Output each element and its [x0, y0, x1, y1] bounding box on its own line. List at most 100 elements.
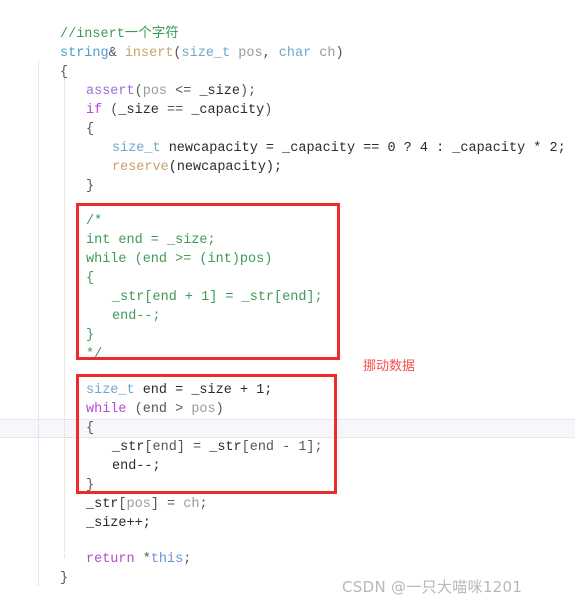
code-line[interactable]: _str[end + 1] = _str[end];: [0, 288, 323, 307]
code-token: ch: [183, 497, 200, 512]
code-line[interactable]: }: [0, 476, 94, 495]
code-token: reserve: [112, 160, 169, 175]
commented-loop-box: [76, 203, 340, 360]
code-token: _size: [118, 103, 159, 118]
code-token: &: [108, 46, 125, 61]
code-token: * 2;: [525, 141, 566, 156]
csdn-watermark: CSDN @一只大喵咪1201: [342, 578, 523, 596]
code-token: <=: [167, 84, 200, 99]
code-token: *: [134, 552, 151, 567]
code-line[interactable]: if (_size == _capacity): [0, 101, 272, 120]
code-line[interactable]: assert(pos <= _size);: [0, 82, 256, 101]
code-token: ] =: [150, 497, 184, 512]
code-token: (newcapacity);: [168, 160, 283, 175]
code-line[interactable]: {: [0, 120, 94, 139]
code-token: end--;: [112, 309, 161, 324]
code-token: /*: [86, 214, 103, 229]
code-token: }: [86, 328, 95, 343]
code-token: return: [86, 552, 135, 567]
code-token: end--;: [112, 459, 161, 474]
code-token: _str: [112, 440, 145, 455]
code-token: size_t: [86, 383, 135, 398]
code-token: _size: [191, 383, 232, 398]
code-token: _capacity: [452, 141, 526, 156]
code-token: _capacity: [191, 103, 265, 118]
code-token: */: [86, 347, 103, 362]
code-line[interactable]: {: [0, 63, 68, 82]
code-line[interactable]: }: [0, 569, 68, 588]
code-token: }: [86, 478, 95, 493]
code-token: if: [86, 103, 103, 118]
code-token: (end >: [126, 402, 192, 417]
code-line[interactable]: return *this;: [0, 550, 191, 569]
code-token: pos: [191, 402, 216, 417]
code-token: ch: [319, 46, 336, 61]
code-token: while: [86, 402, 127, 417]
code-token: }: [86, 179, 95, 194]
code-token: == 0 ? 4 :: [355, 141, 453, 156]
code-token: {: [86, 271, 95, 286]
code-token: pos: [238, 46, 263, 61]
code-line[interactable]: end--;: [0, 307, 161, 326]
code-token: while (end >= (int)pos): [86, 252, 273, 267]
code-token: pos: [142, 84, 168, 99]
code-token: _size: [199, 84, 240, 99]
code-line[interactable]: {: [0, 419, 94, 438]
code-token: }: [60, 571, 69, 586]
code-line[interactable]: }: [0, 326, 94, 345]
code-token: ,: [262, 46, 279, 61]
code-line[interactable]: int end = _size;: [0, 231, 216, 250]
code-token: size_t: [112, 141, 161, 156]
code-line[interactable]: /*: [0, 212, 102, 231]
code-line[interactable]: _str[pos] = ch;: [0, 495, 208, 514]
code-line[interactable]: end--;: [0, 457, 161, 476]
code-token: int end = _size;: [86, 233, 216, 248]
code-editor-canvas[interactable]: //insert一个字符 string& insert(size_t pos, c…: [0, 0, 575, 605]
code-token: [end] =: [144, 440, 210, 455]
code-token: size_t: [181, 46, 231, 61]
code-line[interactable]: while (end > pos): [0, 400, 224, 419]
move-data-label: 挪动数据: [363, 359, 416, 374]
code-token: ): [215, 402, 224, 417]
code-token: (: [173, 46, 182, 61]
code-token: assert: [86, 84, 135, 99]
code-token: string: [60, 46, 109, 61]
code-token: insert: [124, 46, 174, 61]
code-token: _size++;: [86, 516, 151, 531]
code-line[interactable]: _str[end] = _str[end - 1];: [0, 438, 323, 457]
code-line[interactable]: string& insert(size_t pos, char ch): [0, 44, 344, 63]
code-line[interactable]: {: [0, 269, 94, 288]
code-token: );: [239, 84, 257, 99]
code-line[interactable]: size_t end = _size + 1;: [0, 381, 272, 400]
code-line[interactable]: size_t newcapacity = _capacity == 0 ? 4 …: [0, 139, 566, 158]
code-token: _capacity: [282, 141, 356, 156]
code-token: [end - 1];: [241, 440, 323, 455]
code-token: [: [118, 497, 127, 512]
code-token: end =: [134, 383, 192, 398]
code-token: (: [134, 84, 143, 99]
code-token: _str: [209, 440, 242, 455]
code-line[interactable]: while (end >= (int)pos): [0, 250, 272, 269]
code-token: + 1;: [231, 383, 273, 398]
code-token: {: [86, 421, 95, 436]
code-token: (: [102, 103, 119, 118]
code-token: {: [60, 65, 69, 80]
code-token: {: [86, 122, 95, 137]
code-token: _str[end + 1] = _str[end];: [112, 290, 323, 305]
code-token: ==: [158, 103, 192, 118]
code-line[interactable]: //insert一个字符: [0, 25, 179, 44]
code-token: this: [150, 552, 184, 567]
code-token: newcapacity =: [160, 141, 283, 156]
code-line[interactable]: */: [0, 345, 102, 364]
code-token: ;: [199, 497, 208, 512]
code-token: _str: [86, 497, 119, 512]
code-token: pos: [126, 497, 151, 512]
code-line[interactable]: reserve(newcapacity);: [0, 158, 282, 177]
code-token: ): [264, 103, 273, 118]
code-token: ;: [183, 552, 192, 567]
code-line[interactable]: }: [0, 177, 94, 196]
code-token: char: [278, 46, 312, 61]
code-line[interactable]: _size++;: [0, 514, 151, 533]
code-token: //insert一个字符: [60, 27, 179, 42]
code-token: ): [335, 46, 344, 61]
